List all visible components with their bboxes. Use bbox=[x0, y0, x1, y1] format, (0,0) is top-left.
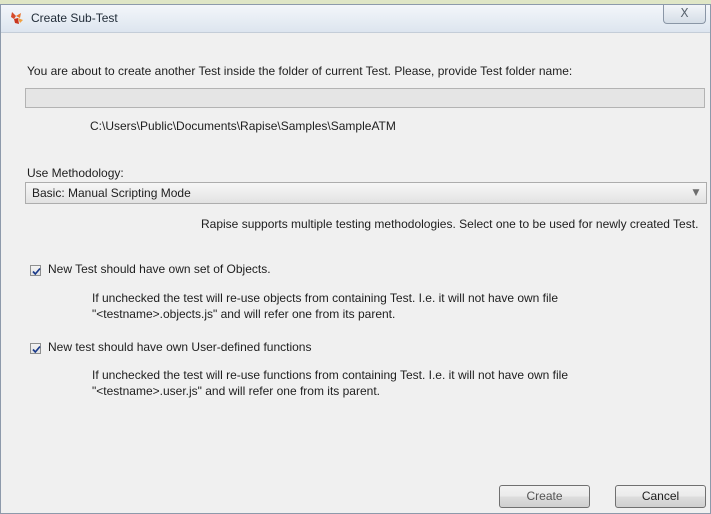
close-button[interactable]: X bbox=[663, 5, 706, 24]
own-functions-description-line2: "<testname>.user.js" and will refer one … bbox=[92, 384, 380, 398]
folder-name-prompt: You are about to create another Test ins… bbox=[27, 64, 573, 78]
own-objects-description-line1: If unchecked the test will re-use object… bbox=[92, 291, 559, 305]
test-folder-name-input[interactable] bbox=[25, 88, 705, 108]
title-bar[interactable]: Create Sub-Test X bbox=[1, 5, 710, 33]
own-objects-checkbox[interactable] bbox=[30, 265, 41, 276]
own-functions-label[interactable]: New test should have own User-defined fu… bbox=[48, 340, 311, 354]
methodology-dropdown[interactable]: Basic: Manual Scripting Mode ▼ bbox=[25, 182, 707, 204]
window-title: Create Sub-Test bbox=[31, 11, 118, 25]
rapise-app-icon bbox=[9, 10, 25, 26]
own-functions-description-line1: If unchecked the test will re-use functi… bbox=[92, 368, 569, 382]
cancel-button[interactable]: Cancel bbox=[615, 485, 706, 508]
methodology-label: Use Methodology: bbox=[27, 166, 124, 180]
parent-path-label: C:\Users\Public\Documents\Rapise\Samples… bbox=[90, 119, 396, 133]
methodology-selected-value: Basic: Manual Scripting Mode bbox=[32, 186, 191, 200]
close-icon: X bbox=[680, 6, 689, 20]
dialog-body: You are about to create another Test ins… bbox=[1, 33, 710, 513]
own-objects-label[interactable]: New Test should have own set of Objects. bbox=[48, 262, 271, 276]
create-button[interactable]: Create bbox=[499, 485, 590, 508]
create-sub-test-dialog: Create Sub-Test X You are about to creat… bbox=[0, 4, 711, 514]
own-objects-description-line2: "<testname>.objects.js" and will refer o… bbox=[92, 307, 396, 321]
methodology-hint: Rapise supports multiple testing methodo… bbox=[201, 217, 699, 231]
own-functions-checkbox[interactable] bbox=[30, 343, 41, 354]
checkmark-icon bbox=[32, 345, 41, 354]
checkmark-icon bbox=[32, 267, 41, 276]
chevron-down-icon[interactable]: ▼ bbox=[690, 186, 702, 200]
